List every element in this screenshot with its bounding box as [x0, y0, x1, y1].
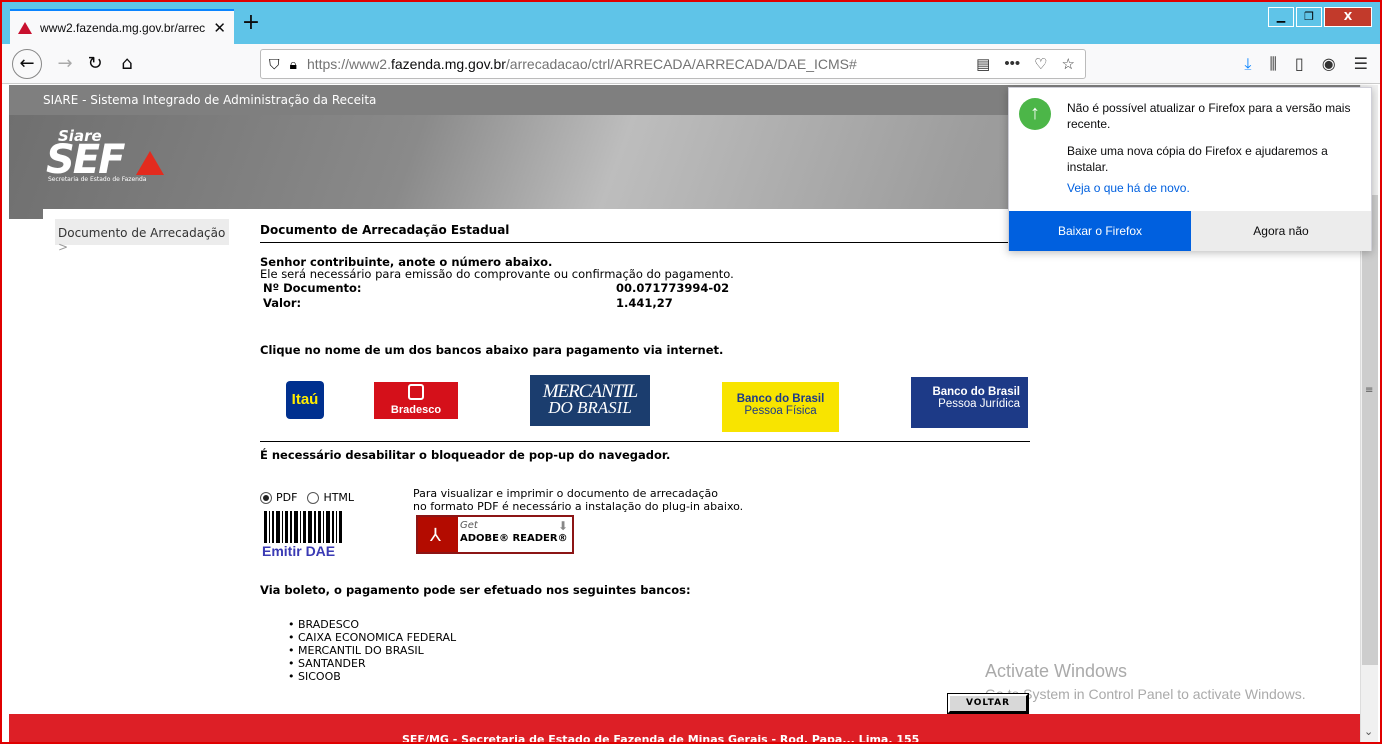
- value-amount: 1.441,27: [616, 296, 673, 310]
- list-item: CAIXA ECONOMICA FEDERAL: [288, 631, 456, 644]
- pdf-plugin-note: Para visualizar e imprimir o documento d…: [413, 487, 744, 513]
- page-actions-icon[interactable]: •••: [1004, 55, 1020, 73]
- firefox-update-panel: ↑ Não é possível atualizar o Firefox par…: [1008, 87, 1372, 251]
- voltar-button[interactable]: VOLTAR: [948, 694, 1028, 713]
- menu-icon[interactable]: ☰: [1354, 54, 1368, 74]
- pdf-radio[interactable]: [260, 491, 272, 504]
- tab-bar: www2.fazenda.mg.gov.br/arrec ✕ + ▁ ❐ X: [2, 2, 1380, 44]
- lock-icon[interactable]: 🔒︎: [290, 56, 297, 73]
- list-item: SICOOB: [288, 670, 456, 683]
- list-item: MERCANTIL DO BRASIL: [288, 644, 456, 657]
- browser-tab[interactable]: www2.fazenda.mg.gov.br/arrec ✕: [10, 9, 234, 44]
- navigation-bar: ← → ↻ ⌂ ⛉ 🔒︎ https://www2.fazenda.mg.gov…: [2, 44, 1380, 84]
- site-favicon-icon: [18, 21, 32, 34]
- tracking-shield-icon[interactable]: ⛉: [269, 56, 280, 73]
- scroll-down-icon[interactable]: ⌄: [1364, 725, 1373, 738]
- list-item: BRADESCO: [288, 618, 456, 631]
- left-nav-item[interactable]: Documento de Arrecadação >: [55, 219, 229, 254]
- bradesco-logo-icon: [408, 384, 424, 400]
- content-area: Documento de Arrecadação > Documento de …: [43, 209, 1325, 719]
- forward-button[interactable]: →: [50, 50, 80, 78]
- html-radio[interactable]: [307, 491, 320, 504]
- boleto-title: Via boleto, o pagamento pode ser efetuad…: [260, 583, 691, 597]
- library-icon[interactable]: ⫼: [1270, 54, 1277, 74]
- page-title: Documento de Arrecadação Estadual: [260, 223, 1030, 243]
- sef-logo[interactable]: Siare SEF Secretaria de Estado de Fazend…: [46, 127, 176, 187]
- bradesco-bank-link[interactable]: Bradesco: [374, 382, 458, 419]
- boleto-bank-list: BRADESCO CAIXA ECONOMICA FEDERAL MERCANT…: [288, 618, 456, 683]
- bookmark-star-icon[interactable]: ☆: [1062, 55, 1075, 73]
- bb-pessoa-juridica-link[interactable]: Banco do Brasil Pessoa Jurídica: [911, 377, 1028, 428]
- download-arrow-icon: ⬇: [557, 519, 568, 533]
- itau-bank-link[interactable]: Itaú: [286, 381, 324, 419]
- browser-window: www2.fazenda.mg.gov.br/arrec ✕ + ▁ ❐ X ←…: [0, 0, 1382, 744]
- home-button[interactable]: ⌂: [112, 50, 142, 78]
- value-label: Valor:: [263, 296, 302, 310]
- doc-number-value: 00.071773994-02: [616, 281, 730, 295]
- close-window-button[interactable]: X: [1324, 7, 1372, 27]
- document-info: Nº Documento: 00.071773994-02 Valor: 1.4…: [260, 280, 1030, 310]
- back-button[interactable]: ←: [12, 49, 42, 79]
- whats-new-link[interactable]: Veja o que há de novo.: [1067, 181, 1190, 195]
- url-text[interactable]: https://www2.fazenda.mg.gov.br/arrecadac…: [307, 56, 857, 72]
- url-bar[interactable]: ⛉ 🔒︎ https://www2.fazenda.mg.gov.br/arre…: [260, 49, 1086, 79]
- adobe-logo-icon: ⅄: [418, 517, 458, 552]
- bank-links: Itaú Bradesco MERCANTIL DO BRASIL Banco …: [260, 373, 1030, 432]
- barcode-icon: [262, 511, 354, 543]
- site-footer: SEF/MG - Secretaria de Estado de Fazenda…: [9, 714, 1360, 742]
- list-item: SANTANDER: [288, 657, 456, 670]
- popup-warning: É necessário desabilitar o bloqueador de…: [260, 448, 671, 462]
- scrollbar-thumb[interactable]: [1362, 195, 1378, 665]
- contribuinte-notice: Senhor contribuinte, anote o número abai…: [260, 255, 734, 281]
- pocket-icon[interactable]: ♡: [1034, 55, 1047, 73]
- bb-pessoa-fisica-link[interactable]: Banco do Brasil Pessoa Física: [722, 382, 839, 432]
- not-now-button[interactable]: Agora não: [1191, 211, 1371, 251]
- banks-prompt: Clique no nome de um dos bancos abaixo p…: [260, 343, 724, 357]
- tab-title: www2.fazenda.mg.gov.br/arrec: [40, 20, 206, 35]
- divider: [260, 441, 1030, 442]
- update-arrow-icon: ↑: [1019, 98, 1051, 130]
- logo-triangle-icon: [136, 151, 164, 175]
- new-tab-button[interactable]: +: [240, 12, 262, 34]
- format-selector: PDF HTML: [260, 491, 354, 504]
- toolbar-right: ⤓ ⫼ ▯ ◉ ☰: [1244, 54, 1368, 74]
- get-adobe-reader-link[interactable]: ⅄ Get ADOBE® READER® ⬇: [416, 515, 574, 554]
- downloads-icon[interactable]: ⤓: [1244, 54, 1251, 74]
- reader-view-icon[interactable]: ▤: [976, 55, 990, 73]
- close-tab-icon[interactable]: ✕: [213, 19, 226, 37]
- account-icon[interactable]: ◉: [1322, 54, 1336, 74]
- window-controls: ▁ ❐ X: [1268, 7, 1372, 27]
- emitir-dae-button[interactable]: Emitir DAE: [262, 511, 354, 561]
- reload-button[interactable]: ↻: [80, 50, 110, 78]
- download-firefox-button[interactable]: Baixar o Firefox: [1009, 211, 1191, 251]
- mercantil-bank-link[interactable]: MERCANTIL DO BRASIL: [530, 375, 650, 426]
- main-panel: Documento de Arrecadação Estadual Senhor…: [260, 223, 1030, 683]
- scroll-grip-icon: ≡: [1365, 385, 1374, 396]
- doc-number-label: Nº Documento:: [263, 281, 362, 295]
- minimize-button[interactable]: ▁: [1268, 7, 1294, 27]
- sidebar-icon[interactable]: ▯: [1295, 54, 1304, 74]
- restore-button[interactable]: ❐: [1296, 7, 1322, 27]
